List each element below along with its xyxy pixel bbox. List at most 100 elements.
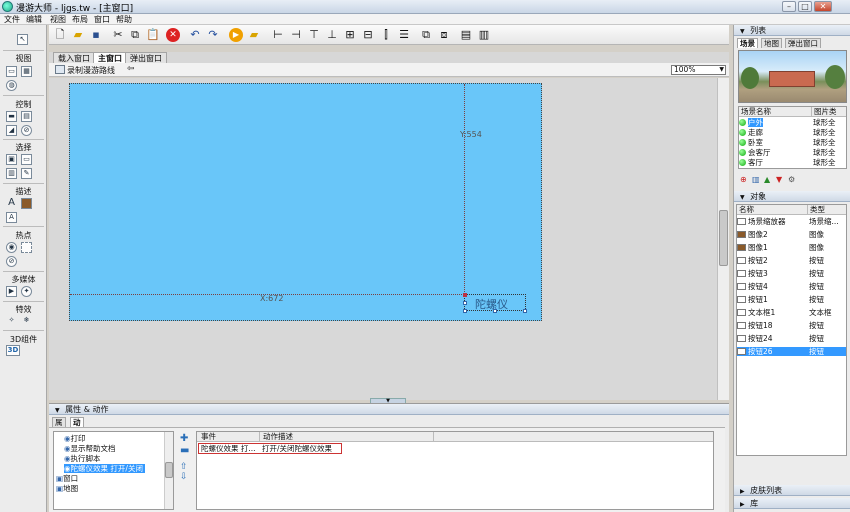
- zoom-select[interactable]: 100% ▼: [671, 65, 726, 75]
- table-row[interactable]: 陀螺仪效果 打... 打开/关闭陀螺仪效果: [198, 443, 342, 454]
- hotspot-disable-icon[interactable]: ⊘: [6, 256, 17, 267]
- tab-main-window[interactable]: 主窗口: [93, 52, 127, 63]
- collapse-icon[interactable]: ▼: [55, 407, 60, 414]
- distribute-v-icon[interactable]: ☰: [397, 28, 411, 42]
- align-top-icon[interactable]: ⊥: [325, 28, 339, 42]
- control-panel-icon[interactable]: ▬: [6, 111, 17, 122]
- select-window-icon[interactable]: ▭: [21, 154, 32, 165]
- expand-icon[interactable]: ▶: [740, 501, 745, 508]
- object-row-image1[interactable]: 图像1 图像: [737, 243, 844, 252]
- back-arrow-icon[interactable]: ⇦: [127, 64, 135, 74]
- tree-item-map[interactable]: ▣地图: [56, 484, 78, 493]
- tab-properties[interactable]: 属性: [52, 417, 66, 436]
- scene-row-living-room[interactable]: 客厅 球形全: [739, 158, 846, 167]
- pointer-tool-icon[interactable]: ↖: [17, 34, 28, 45]
- select-list-icon[interactable]: ▥: [6, 168, 17, 179]
- run-icon[interactable]: ▶: [229, 28, 243, 42]
- move-down-icon[interactable]: ▼: [776, 175, 782, 184]
- image-tool-icon[interactable]: [21, 198, 32, 209]
- tab-loading-window[interactable]: 载入窗口: [53, 52, 95, 63]
- compass-icon[interactable]: ✦: [21, 286, 32, 297]
- hotspot-point-icon[interactable]: ◉: [6, 242, 17, 253]
- tree-item-script[interactable]: ◉执行脚本: [64, 454, 101, 463]
- menu-view[interactable]: 视图: [50, 14, 66, 25]
- undo-icon[interactable]: ↶: [188, 28, 202, 42]
- control-chart-icon[interactable]: ◢: [6, 125, 17, 136]
- align-bottom-icon[interactable]: ⊟: [361, 28, 375, 42]
- scene-row-corridor[interactable]: 走廊 球形全: [739, 128, 846, 137]
- menu-edit[interactable]: 编辑: [26, 14, 42, 25]
- tree-item-gyroscope[interactable]: ◉陀螺仪效果 打开/关闭: [64, 464, 145, 473]
- open-icon[interactable]: ▰: [71, 28, 85, 42]
- library-header[interactable]: ▶ 库: [734, 498, 850, 509]
- tab-scenes[interactable]: 场景: [737, 38, 758, 48]
- object-row-button3[interactable]: 按钮3 按钮: [737, 269, 844, 278]
- same-height-icon[interactable]: ▥: [477, 28, 491, 42]
- record-route-button[interactable]: 录制漫游路线: [67, 65, 115, 76]
- delete-scene-icon[interactable]: ▥: [752, 175, 760, 184]
- select-edit-icon[interactable]: ✎: [21, 168, 32, 179]
- control-disable-icon[interactable]: ⊘: [21, 125, 32, 136]
- object-row-button2[interactable]: 按钮2 按钮: [737, 256, 844, 265]
- view-globe-icon[interactable]: ◍: [6, 80, 17, 91]
- control-bar-icon[interactable]: ▤: [21, 111, 32, 122]
- maximize-button[interactable]: □: [798, 1, 812, 12]
- scroll-thumb[interactable]: [719, 210, 728, 266]
- selection-handle[interactable]: [463, 309, 467, 313]
- menu-file[interactable]: 文件: [4, 14, 20, 25]
- object-row-button18[interactable]: 按钮18 按钮: [737, 321, 844, 330]
- object-row-button26[interactable]: 按钮26 按钮: [737, 347, 846, 356]
- menu-layout[interactable]: 布局: [72, 14, 88, 25]
- scene-canvas[interactable]: Y:554 X:672 陀螺仪: [69, 83, 542, 321]
- send-back-icon[interactable]: ⧈: [437, 28, 451, 42]
- settings-icon[interactable]: ⚙: [788, 175, 795, 184]
- object-row-button24[interactable]: 按钮24 按钮: [737, 334, 844, 343]
- same-width-icon[interactable]: ▤: [459, 28, 473, 42]
- collapse-icon[interactable]: ▼: [740, 28, 745, 35]
- tree-item-help[interactable]: ◉显示帮助文档: [64, 444, 116, 453]
- object-row-button1[interactable]: 按钮1 按钮: [737, 295, 844, 304]
- sparkle-icon[interactable]: ✧: [6, 316, 17, 327]
- remove-action-icon[interactable]: ▬: [180, 445, 189, 456]
- minimize-button[interactable]: –: [782, 1, 796, 12]
- scroll-thumb[interactable]: [165, 462, 173, 478]
- add-action-icon[interactable]: ✚: [180, 433, 188, 444]
- snow-icon[interactable]: ❄: [21, 316, 32, 327]
- gyroscope-widget[interactable]: 陀螺仪: [463, 293, 527, 313]
- tree-scrollbar[interactable]: [164, 432, 173, 509]
- menu-help[interactable]: 帮助: [116, 14, 132, 25]
- tab-popup-window[interactable]: 弹出窗口: [125, 52, 167, 63]
- select-image-icon[interactable]: ▣: [6, 154, 17, 165]
- scene-row-bedroom[interactable]: 卧室 球形全: [739, 138, 846, 147]
- copy-icon[interactable]: ⧉: [128, 28, 142, 42]
- canvas-scrollbar[interactable]: [717, 78, 729, 400]
- selection-handle[interactable]: [463, 293, 467, 297]
- bring-front-icon[interactable]: ⧉: [419, 28, 433, 42]
- move-up-icon[interactable]: ⇧: [180, 462, 188, 472]
- menu-window[interactable]: 窗口: [94, 14, 110, 25]
- view-frame-icon[interactable]: ▭: [6, 66, 17, 77]
- close-button[interactable]: ✕: [814, 1, 832, 12]
- save-icon[interactable]: ▪: [89, 28, 103, 42]
- align-center-icon[interactable]: ⊣: [289, 28, 303, 42]
- textbox-tool-icon[interactable]: A: [6, 212, 17, 223]
- delete-icon[interactable]: ✕: [166, 28, 180, 42]
- 3d-component-icon[interactable]: 3D: [6, 345, 20, 356]
- text-tool-icon[interactable]: A: [6, 198, 17, 209]
- cut-icon[interactable]: ✂: [111, 28, 125, 42]
- paste-icon[interactable]: 📋: [146, 28, 160, 42]
- object-row-image2[interactable]: 图像2 图像: [737, 230, 844, 239]
- add-scene-icon[interactable]: ⊕: [740, 175, 747, 184]
- tab-popups[interactable]: 弹出窗口: [785, 38, 821, 48]
- export-icon[interactable]: ▰: [247, 28, 261, 42]
- tree-item-print[interactable]: ◉打印: [64, 434, 86, 443]
- scene-row-outdoor[interactable]: 户外 球形全: [739, 118, 846, 127]
- object-row-scene-zoomer[interactable]: 场景缩放器 场景缩...: [737, 217, 844, 226]
- tree-item-window[interactable]: ▣窗口: [56, 474, 78, 483]
- move-down-icon[interactable]: ⇩: [180, 472, 188, 482]
- selection-handle[interactable]: [523, 309, 527, 313]
- video-icon[interactable]: ▶: [6, 286, 17, 297]
- align-left-icon[interactable]: ⊢: [271, 28, 285, 42]
- object-row-textbox1[interactable]: 文本框1 文本框: [737, 308, 844, 317]
- scene-row-reception[interactable]: 会客厅 球形全: [739, 148, 846, 157]
